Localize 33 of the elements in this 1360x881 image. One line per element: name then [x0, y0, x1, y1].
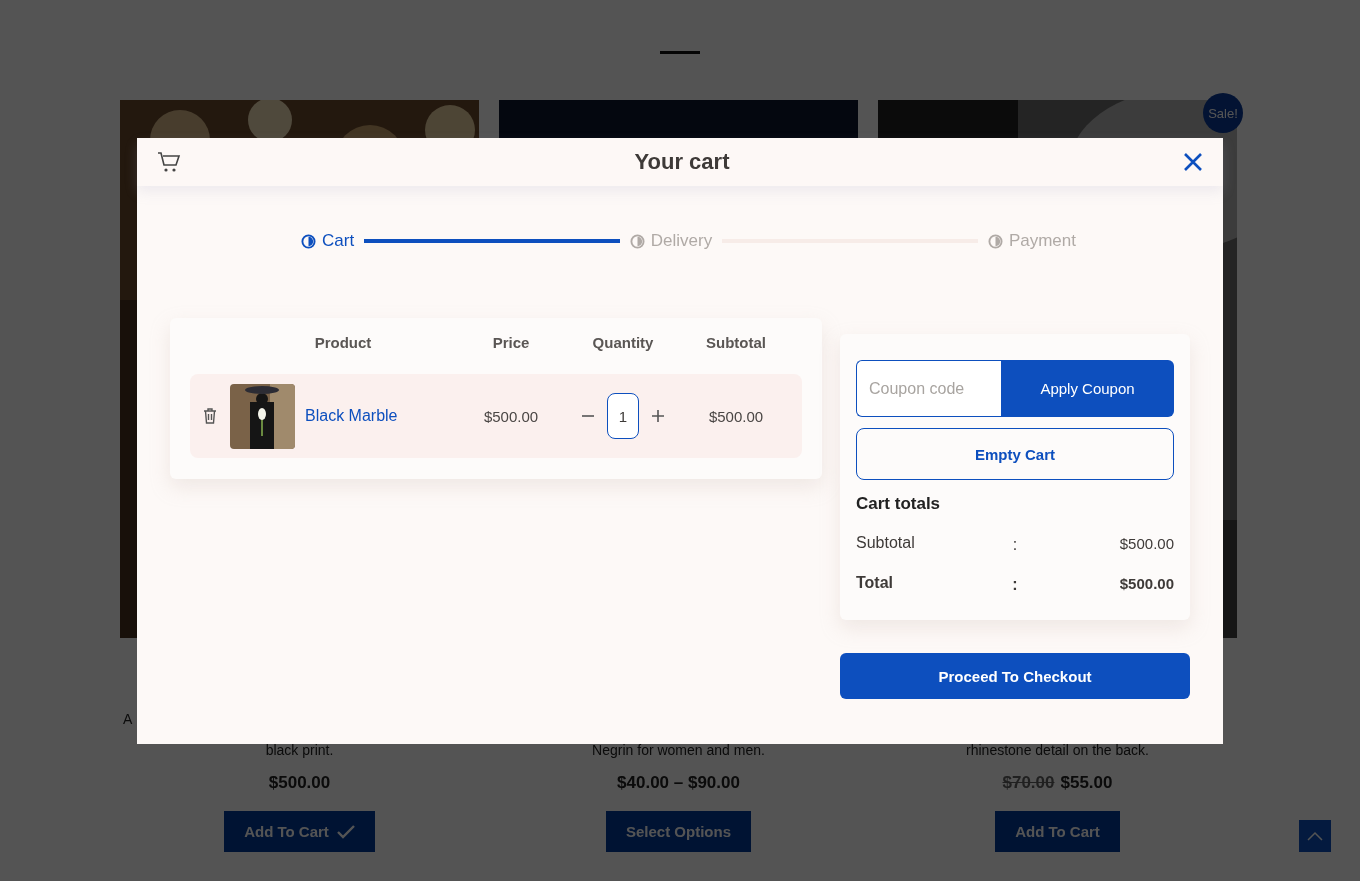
column-header: Subtotal: [705, 333, 767, 353]
total-label: Total: [856, 574, 895, 592]
product-description: Negrin for women and men.: [592, 741, 765, 759]
product-description: rhinestone detail on the back.: [966, 741, 1149, 759]
apply-coupon-button[interactable]: Apply Coupon: [1001, 360, 1174, 417]
column-header: Price: [491, 333, 531, 353]
chevron-up-icon: [1307, 831, 1323, 841]
column-header: Quantity: [591, 333, 655, 353]
total-value: $500.00: [1118, 534, 1174, 552]
coupon-field[interactable]: Coupon code: [856, 360, 1001, 417]
checkout-button[interactable]: Proceed To Checkout: [840, 653, 1190, 699]
product-description: black print.: [265, 741, 334, 759]
product-description: A: [122, 710, 133, 728]
product-price: $55.00: [1060, 773, 1113, 793]
section-title: Cart totals: [856, 494, 942, 514]
increase-button[interactable]: [649, 407, 667, 425]
product-price: $500.00: [268, 773, 331, 793]
table-cell-text: $500.00: [482, 407, 540, 425]
sale-badge: Sale!: [1203, 93, 1243, 133]
product-price: $40.00 – $90.00: [617, 773, 740, 793]
separator: :: [1011, 535, 1019, 554]
step-icon: [629, 233, 645, 249]
total-value: $500.00: [1118, 574, 1174, 592]
step-icon: [987, 233, 1003, 249]
check-icon: [336, 824, 355, 839]
table-cell-text: $500.00: [707, 407, 765, 425]
close-icon[interactable]: [1183, 152, 1203, 172]
total-label: Subtotal: [856, 534, 916, 552]
modal-title: Your cart: [634, 149, 730, 175]
plus-icon: [651, 409, 665, 423]
quantity-field[interactable]: 1: [607, 393, 639, 439]
empty-cart-button[interactable]: Empty Cart: [856, 428, 1174, 480]
separator: :: [1011, 575, 1019, 594]
